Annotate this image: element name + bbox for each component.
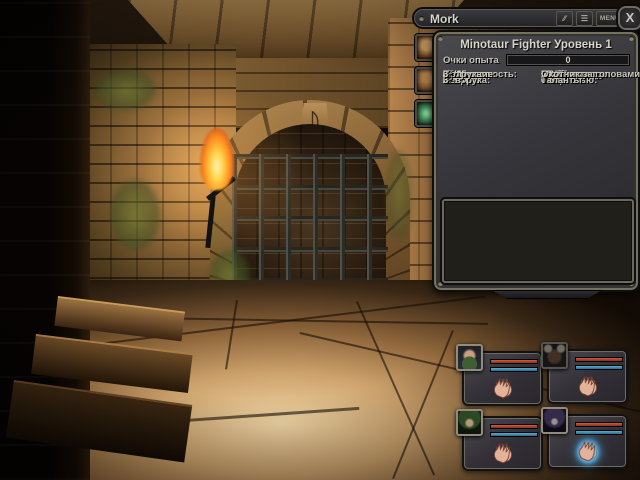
health-bar — [490, 424, 538, 429]
moss-patch — [95, 70, 155, 110]
party-portrait[interactable] — [456, 344, 483, 371]
party-portrait[interactable] — [541, 407, 568, 434]
accuracy-value: 3 — [443, 70, 448, 80]
party-portrait[interactable] — [541, 342, 568, 369]
trait-item: Охотник за головами — [541, 70, 640, 80]
party-portrait[interactable] — [456, 409, 483, 436]
header-icon-button-1[interactable]: ∕∕ — [556, 11, 573, 26]
character-sheet-header: Mork ∕∕ ☰ MENU X — [412, 7, 640, 29]
inventory-grid — [442, 199, 634, 283]
game-screen: ᚢ Mork ∕∕ ☰ MENU X — [0, 0, 640, 480]
sheet-title: Minotaur Fighter Уровень 1 — [434, 39, 638, 51]
character-sheet-panel: Minotaur Fighter Уровень 1 Очки опыта 0 … — [432, 30, 640, 292]
right-hand-slot[interactable] — [492, 440, 514, 464]
header-icon-button-2[interactable]: ☰ — [576, 11, 593, 26]
close-button[interactable]: X — [618, 6, 640, 30]
party-member-panel — [462, 416, 543, 471]
moss-patch — [386, 150, 412, 240]
character-name: Mork — [430, 12, 459, 26]
party-member-panel — [547, 349, 628, 404]
party-member-panel — [462, 351, 543, 406]
inventory-slot[interactable] — [444, 201, 446, 203]
right-hand-slot[interactable] — [577, 438, 599, 462]
party-member-panel — [547, 414, 628, 469]
health-bar — [575, 422, 623, 427]
experience-label: Очки опыта — [443, 55, 499, 66]
panel-bottom-bracket — [492, 290, 602, 299]
right-hand-slot[interactable] — [492, 375, 514, 399]
health-bar — [575, 357, 623, 362]
experience-bar: 0 — [506, 54, 630, 66]
right-hand-slot[interactable] — [577, 373, 599, 397]
health-bar — [490, 359, 538, 364]
rivet — [419, 16, 424, 21]
